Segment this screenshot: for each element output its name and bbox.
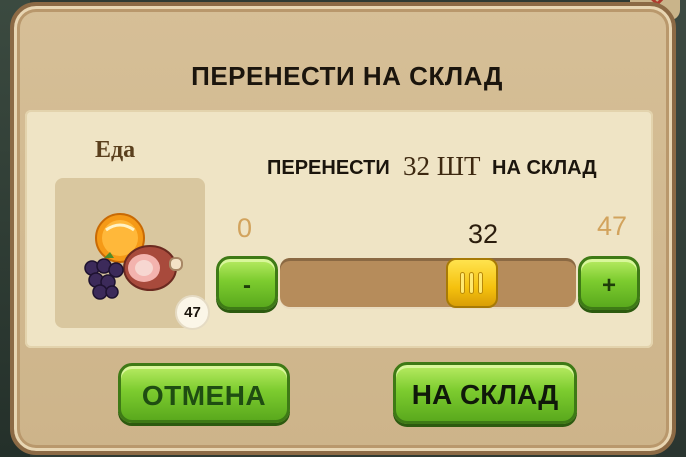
confirm-button[interactable]: НА СКЛАД: [393, 362, 577, 424]
slider-max-label: 47: [597, 211, 628, 241]
transfer-prefix-text: ПЕРЕНЕСТИ: [267, 157, 390, 179]
slider-current-label: 32: [468, 219, 499, 249]
slider-min-label: 0: [237, 213, 253, 243]
slider-track[interactable]: [280, 258, 576, 307]
plus-label: +: [601, 272, 616, 299]
transfer-suffix: НА СКЛАД: [492, 157, 597, 187]
cancel-button[interactable]: ОТМЕНА: [118, 363, 290, 423]
item-count-badge: 47: [175, 295, 210, 330]
transfer-quantity-text: 32 ШТ: [403, 151, 481, 181]
cancel-label: ОТМЕНА: [141, 380, 267, 411]
transfer-suffix-text: НА СКЛАД: [492, 157, 597, 179]
increase-button[interactable]: +: [578, 256, 640, 310]
confirm-label: НА СКЛАД: [411, 379, 559, 410]
transfer-quantity: 32 ШТ: [403, 151, 480, 181]
slider-knob[interactable]: [446, 258, 498, 308]
dialog-title: ПЕРЕНЕСТИ НА СКЛАД: [191, 61, 503, 91]
item-label: Еда: [95, 137, 136, 163]
minus-label: -: [243, 272, 251, 299]
transfer-prefix: ПЕРЕНЕСТИ: [267, 157, 390, 187]
decrease-button[interactable]: -: [216, 256, 278, 310]
food-bundle-icon: [84, 213, 183, 300]
